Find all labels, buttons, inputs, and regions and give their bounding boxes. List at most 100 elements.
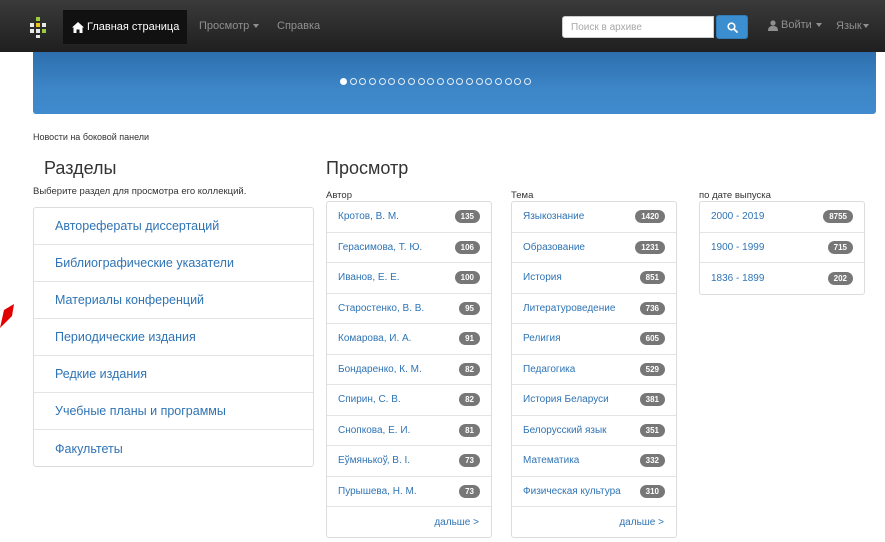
- login-dropdown[interactable]: Войти: [768, 19, 822, 31]
- list-item-label: 1900 - 1999: [711, 241, 765, 253]
- carousel-dot[interactable]: [407, 78, 415, 85]
- subject-list-item[interactable]: История 851: [512, 263, 676, 294]
- carousel-dot[interactable]: [436, 78, 444, 85]
- count-badge: 73: [459, 454, 480, 468]
- search-button[interactable]: [716, 15, 748, 39]
- section-link[interactable]: Периодические издания: [34, 319, 313, 356]
- home-icon: [72, 21, 84, 33]
- list-item-label: Педагогика: [523, 363, 576, 375]
- list-item-label: Иванов, Е. Е.: [338, 272, 400, 284]
- language-dropdown[interactable]: Язык: [836, 20, 869, 32]
- count-badge: 1420: [635, 210, 665, 224]
- chevron-down-icon: [815, 23, 822, 27]
- list-item-label: Герасимова, Т. Ю.: [338, 241, 423, 253]
- list-item-label: Старостенко, В. В.: [338, 302, 425, 314]
- subject-list-item[interactable]: Математика 332: [512, 446, 676, 477]
- carousel-dot[interactable]: [378, 78, 386, 85]
- section-link[interactable]: Материалы конференций: [34, 282, 313, 319]
- count-badge: 529: [639, 362, 665, 376]
- list-item-label: Образование: [523, 241, 585, 253]
- chevron-down-icon: [862, 24, 869, 29]
- sections-heading: Разделы: [44, 158, 117, 178]
- carousel-dot[interactable]: [388, 78, 396, 85]
- nav-help-link[interactable]: Справка: [277, 20, 320, 32]
- list-item-label: Еўмянькоў, В. І.: [338, 455, 411, 467]
- date-list-item[interactable]: 1836 - 1899 202: [700, 263, 864, 294]
- nav-browse-dropdown[interactable]: Просмотр: [199, 20, 260, 32]
- carousel-dot[interactable]: [417, 78, 425, 85]
- login-label: Войти: [781, 19, 812, 31]
- author-list-item[interactable]: Комарова, И. А. 91: [327, 324, 491, 355]
- count-badge: 736: [639, 301, 665, 315]
- date-list: 2000 - 2019 8755 1900 - 1999 715 1836 - 1899…: [699, 201, 865, 295]
- section-link[interactable]: Редкие издания: [34, 356, 313, 393]
- count-badge: 8755: [823, 210, 853, 224]
- count-badge: 605: [639, 332, 665, 346]
- subject-list-item[interactable]: История Беларуси 381: [512, 385, 676, 416]
- author-list-item[interactable]: Кротов, В. М. 135: [327, 202, 491, 233]
- list-item-label: Математика: [523, 455, 580, 467]
- author-list-item[interactable]: Еўмянькоў, В. І. 73: [327, 446, 491, 477]
- subject-list-item[interactable]: Литературоведение 736: [512, 294, 676, 324]
- carousel-dot[interactable]: [456, 78, 464, 85]
- author-list-item[interactable]: Пурышева, Н. М. 73: [327, 477, 491, 507]
- user-icon: [768, 19, 778, 31]
- sections-list: Авторефераты диссертаций Библиографически…: [33, 207, 314, 467]
- carousel-dot[interactable]: [369, 78, 377, 85]
- section-link[interactable]: Авторефераты диссертаций: [34, 208, 313, 245]
- carousel-dot[interactable]: [398, 78, 406, 85]
- subject-list-item[interactable]: Педагогика 529: [512, 355, 676, 385]
- section-link[interactable]: Факультеты: [34, 430, 313, 467]
- carousel-dot[interactable]: [427, 78, 435, 85]
- section-link[interactable]: Библиографические указатели: [34, 245, 313, 282]
- list-item-label: Кротов, В. М.: [338, 211, 399, 223]
- carousel-dot[interactable]: [485, 78, 493, 85]
- author-list-item[interactable]: Старостенко, В. В. 95: [327, 294, 491, 324]
- nav-home-label: Главная страница: [87, 21, 180, 33]
- section-link[interactable]: Учебные планы и программы: [34, 393, 313, 430]
- carousel-dot[interactable]: [349, 78, 357, 85]
- more-link[interactable]: дальше >: [327, 507, 491, 537]
- carousel-dot[interactable]: [475, 78, 483, 85]
- carousel-dot[interactable]: [465, 78, 473, 85]
- date-list-item[interactable]: 1900 - 1999 715: [700, 233, 864, 263]
- count-badge: 1231: [635, 240, 665, 254]
- banner-carousel: [33, 52, 876, 114]
- grid-logo-icon[interactable]: [27, 16, 49, 38]
- count-badge: 135: [454, 210, 480, 224]
- count-badge: 100: [454, 271, 480, 285]
- carousel-dot[interactable]: [495, 78, 502, 85]
- nav-home-link[interactable]: Главная страница: [63, 10, 187, 44]
- author-list: Кротов, В. М. 135 Герасимова, Т. Ю. 106 Иван…: [326, 201, 492, 538]
- list-item-label: Пурышева, Н. М.: [338, 485, 417, 497]
- list-item-label: Белорусский язык: [523, 424, 607, 436]
- list-item-label: Спирин, С. В.: [338, 394, 401, 406]
- list-item-label: История Беларуси: [523, 394, 609, 406]
- carousel-dot[interactable]: [359, 78, 367, 85]
- count-badge: 82: [459, 393, 480, 407]
- author-list-item[interactable]: Спирин, С. В. 82: [327, 385, 491, 416]
- count-badge: 332: [639, 454, 665, 468]
- subject-list-item[interactable]: Физическая культура 310: [512, 477, 676, 507]
- subject-list-item[interactable]: Языкознание 1420: [512, 202, 676, 233]
- subject-list-item[interactable]: Белорусский язык 351: [512, 416, 676, 446]
- subject-list-item[interactable]: Образование 1231: [512, 233, 676, 263]
- count-badge: 851: [639, 271, 665, 285]
- list-item-label: Религия: [523, 333, 561, 345]
- carousel-dot[interactable]: [524, 78, 532, 85]
- carousel-dot[interactable]: [504, 78, 512, 85]
- carousel-indicators: [340, 78, 532, 85]
- author-list-item[interactable]: Иванов, Е. Е. 100: [327, 263, 491, 294]
- date-column-title: по дате выпуска: [699, 190, 771, 201]
- carousel-dot[interactable]: [514, 78, 522, 85]
- date-list-item[interactable]: 2000 - 2019 8755: [700, 202, 864, 233]
- more-link[interactable]: дальше >: [512, 507, 676, 537]
- nav-browse-label: Просмотр: [199, 20, 250, 32]
- author-list-item[interactable]: Снопкова, Е. И. 81: [327, 416, 491, 446]
- author-list-item[interactable]: Бондаренко, К. М. 82: [327, 355, 491, 385]
- search-input[interactable]: [562, 16, 714, 38]
- subject-list-item[interactable]: Религия 605: [512, 324, 676, 355]
- carousel-dot[interactable]: [340, 78, 347, 85]
- carousel-dot[interactable]: [446, 78, 454, 85]
- author-list-item[interactable]: Герасимова, Т. Ю. 106: [327, 233, 491, 263]
